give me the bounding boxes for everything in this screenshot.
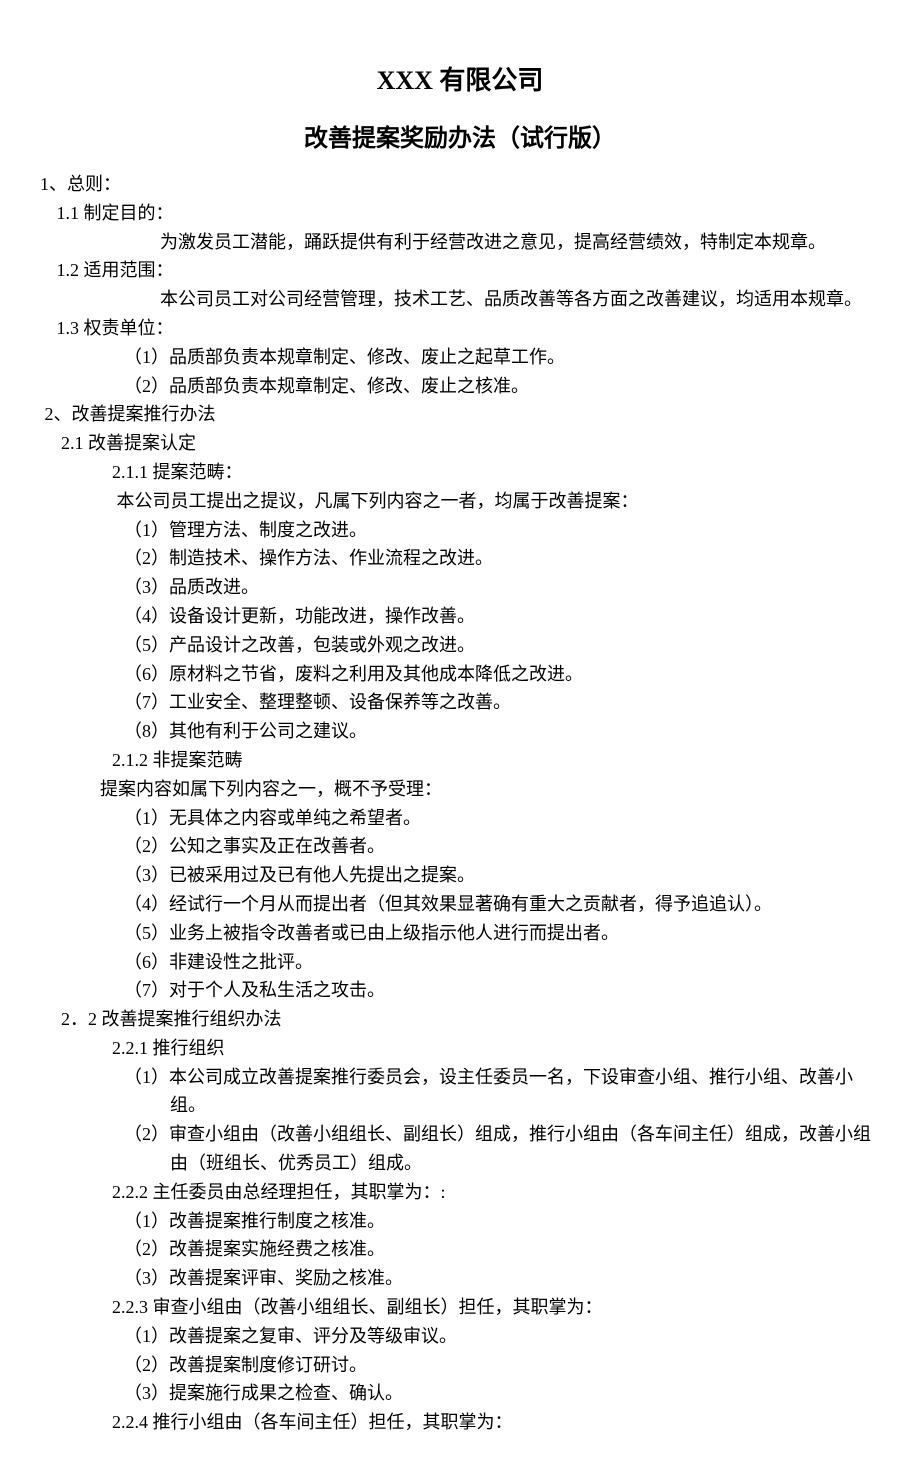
- list-item: （2）改善提案制度修订研讨。: [40, 1351, 880, 1380]
- section-2-2-3-heading: 2.2.3 审查小组由（改善小组组长、副组长）担任，其职掌为：: [40, 1293, 880, 1322]
- list-item: （2）品质部负责本规章制定、修改、废止之核准。: [40, 372, 880, 401]
- list-item: （2）审查小组由（改善小组组长、副组长）组成，推行小组由（各车间主任）组成，改善…: [40, 1120, 880, 1178]
- section-1-heading: 1、总则：: [40, 170, 880, 199]
- list-item: （2）制造技术、操作方法、作业流程之改进。: [40, 544, 880, 573]
- section-2-2-4-heading: 2.2.4 推行小组由（各车间主任）担任，其职掌为：: [40, 1408, 880, 1437]
- list-item: （6）非建设性之批评。: [40, 948, 880, 977]
- list-item: （3）品质改进。: [40, 573, 880, 602]
- document-title-sub: 改善提案奖励办法（试行版）: [40, 120, 880, 158]
- list-item: （3）提案施行成果之检查、确认。: [40, 1379, 880, 1408]
- section-1-3-heading: 1.3 权责单位：: [40, 314, 880, 343]
- section-2-2-heading: 2．2 改善提案推行组织办法: [40, 1005, 880, 1034]
- list-item: （8）其他有利于公司之建议。: [40, 717, 880, 746]
- list-item: （7）工业安全、整理整顿、设备保养等之改善。: [40, 688, 880, 717]
- section-2-1-1-intro: 本公司员工提出之提议，凡属下列内容之一者，均属于改善提案：: [40, 487, 880, 516]
- list-item: （1）本公司成立改善提案推行委员会，设主任委员一名，下设审查小组、推行小组、改善…: [40, 1063, 880, 1121]
- list-item: （3）改善提案评审、奖励之核准。: [40, 1264, 880, 1293]
- section-2-1-2-heading: 2.1.2 非提案范畴: [40, 746, 880, 775]
- document-title-main: XXX 有限公司: [40, 60, 880, 102]
- section-2-1-2-intro: 提案内容如属下列内容之一，概不予受理：: [40, 775, 880, 804]
- list-item: （4）经试行一个月从而提出者（但其效果显著确有重大之贡献者，得予追追认）。: [40, 890, 880, 919]
- list-item: （5）产品设计之改善，包装或外观之改进。: [40, 631, 880, 660]
- section-1-2-body: 本公司员工对公司经营管理，技术工艺、品质改善等各方面之改善建议，均适用本规章。: [40, 285, 880, 314]
- section-2-2-2-heading: 2.2.2 主任委员由总经理担任，其职掌为：:: [40, 1178, 880, 1207]
- list-item: （1）改善提案之复审、评分及等级审议。: [40, 1322, 880, 1351]
- section-2-1-heading: 2.1 改善提案认定: [40, 429, 880, 458]
- section-2-1-1-heading: 2.1.1 提案范畴：: [40, 458, 880, 487]
- list-item: （1）无具体之内容或单纯之希望者。: [40, 804, 880, 833]
- list-item: （3）已被采用过及已有他人先提出之提案。: [40, 861, 880, 890]
- list-item: （1）改善提案推行制度之核准。: [40, 1207, 880, 1236]
- list-item: （5）业务上被指令改善者或已由上级指示他人进行而提出者。: [40, 919, 880, 948]
- list-item: （4）设备设计更新，功能改进，操作改善。: [40, 602, 880, 631]
- list-item: （1）品质部负责本规章制定、修改、废止之起草工作。: [40, 343, 880, 372]
- section-1-2-heading: 1.2 适用范围：: [40, 256, 880, 285]
- list-item: （1）管理方法、制度之改进。: [40, 516, 880, 545]
- list-item: （2）公知之事实及正在改善者。: [40, 832, 880, 861]
- list-item: （6）原材料之节省，废料之利用及其他成本降低之改进。: [40, 660, 880, 689]
- list-item: （7）对于个人及私生活之攻击。: [40, 976, 880, 1005]
- section-1-1-body: 为激发员工潜能，踊跃提供有利于经营改进之意见，提高经营绩效，特制定本规章。: [40, 228, 880, 257]
- section-2-2-1-heading: 2.2.1 推行组织: [40, 1034, 880, 1063]
- list-item: （2）改善提案实施经费之核准。: [40, 1235, 880, 1264]
- section-2-heading: 2、改善提案推行办法: [40, 400, 880, 429]
- section-1-1-heading: 1.1 制定目的：: [40, 199, 880, 228]
